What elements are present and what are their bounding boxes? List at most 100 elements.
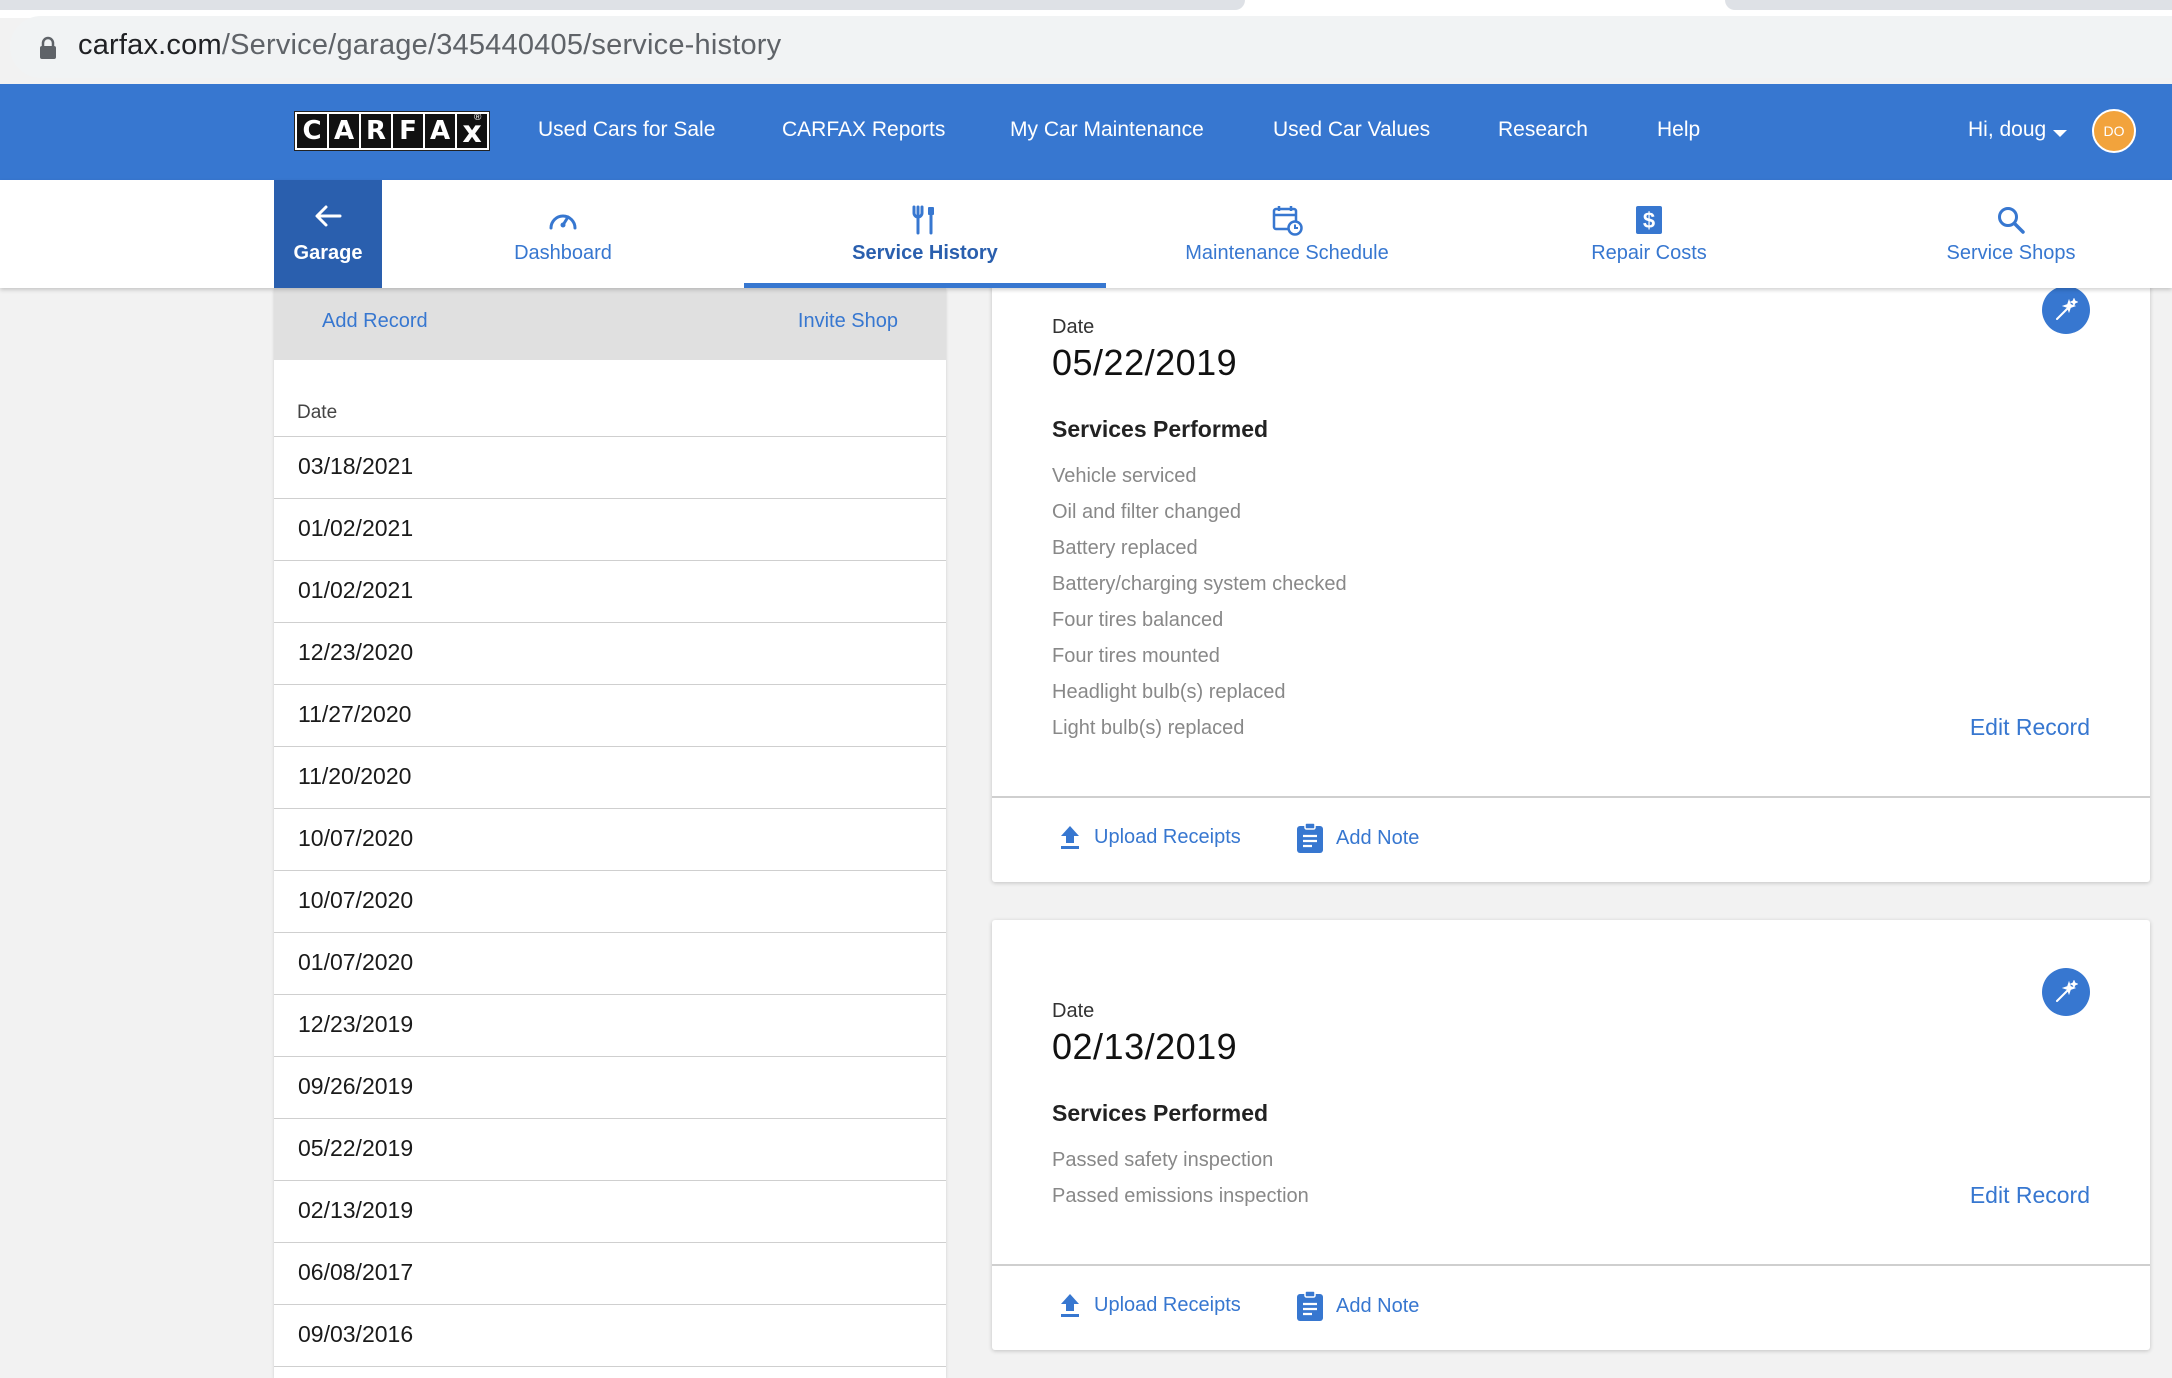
browser-tab[interactable] (0, 0, 1245, 10)
list-item[interactable]: 12/23/2020 (274, 622, 946, 684)
nav-my-car-maintenance[interactable]: My Car Maintenance (1010, 118, 1204, 142)
tab-repair-costs[interactable]: $ Repair Costs (1468, 180, 1830, 288)
url-text: carfax.com/Service/garage/345440405/serv… (78, 29, 781, 62)
upload-icon (1061, 1294, 1079, 1317)
nav-used-cars-for-sale[interactable]: Used Cars for Sale (538, 118, 715, 142)
add-note-label: Add Note (1336, 1294, 1420, 1317)
search-icon (1998, 207, 2025, 234)
list-item[interactable]: 06/08/2017 (274, 1242, 946, 1304)
clipboard-icon (1297, 822, 1323, 853)
speedometer-icon (549, 214, 577, 230)
nav-research[interactable]: Research (1498, 118, 1588, 142)
service-item: Passed safety inspection (1052, 1149, 1274, 1171)
nav-help[interactable]: Help (1657, 118, 1700, 142)
user-menu[interactable]: Hi, doug (1968, 118, 2046, 142)
garage-label: Garage (293, 242, 363, 264)
wrench-icon[interactable] (2042, 286, 2090, 334)
add-note-button[interactable]: Add Note (1296, 1290, 1419, 1322)
service-item: Battery/charging system checked (1052, 573, 1347, 595)
upload-receipts-label: Upload Receipts (1094, 1293, 1241, 1316)
logo-letter: F (393, 114, 423, 148)
service-item: Light bulb(s) replaced (1052, 717, 1245, 739)
logo-letter: C (297, 114, 327, 148)
edit-record-button[interactable]: Edit Record (1970, 714, 2090, 741)
services-performed-title: Services Performed (1052, 1100, 1269, 1126)
add-record-button[interactable]: Add Record (322, 310, 428, 333)
calendar-clock-icon (1272, 206, 1303, 236)
garage-back-button[interactable]: Garage (274, 180, 382, 288)
logo-letter: R (361, 114, 391, 148)
arrow-left-icon (315, 205, 342, 227)
svg-text:$: $ (1643, 208, 1655, 233)
list-item[interactable]: 12/23/2019 (274, 994, 946, 1056)
nav-carfax-reports[interactable]: CARFAX Reports (782, 118, 945, 142)
url-host: carfax.com (78, 29, 222, 61)
card-divider (992, 796, 2150, 798)
list-item[interactable]: 09/03/2016 (274, 1304, 946, 1366)
tab-label: Dashboard (514, 242, 612, 264)
service-item: Vehicle serviced (1052, 465, 1197, 487)
edit-record-button[interactable]: Edit Record (1970, 1182, 2090, 1209)
service-date-panel: Add Record Invite Shop Date 03/18/2021 0… (274, 288, 946, 1378)
list-item[interactable]: 09/26/2019 (274, 1056, 946, 1118)
upload-receipts-label: Upload Receipts (1094, 825, 1241, 848)
registered-mark: ® (474, 112, 482, 123)
add-note-button[interactable]: Add Note (1296, 822, 1419, 854)
list-item[interactable]: 03/18/2021 (274, 436, 946, 498)
list-item[interactable]: 10/07/2020 (274, 870, 946, 932)
record-date: 05/22/2019 (1052, 342, 1238, 383)
url-path: /Service/garage/345440405/service-histor… (221, 29, 782, 61)
service-record-card: Date 05/22/2019 Services Performed Vehic… (992, 250, 2150, 882)
record-date-label: Date (1052, 316, 1095, 338)
list-item[interactable]: 01/02/2021 (274, 498, 946, 560)
service-item: Four tires mounted (1052, 645, 1220, 667)
browser-tab[interactable] (1725, 0, 2172, 10)
tab-dashboard[interactable]: Dashboard (382, 180, 744, 288)
upload-receipts-button[interactable]: Upload Receipts (1058, 824, 1241, 850)
record-date-label: Date (1052, 1000, 1095, 1022)
upload-receipts-button[interactable]: Upload Receipts (1058, 1292, 1241, 1318)
address-bar[interactable]: carfax.com/Service/garage/345440405/serv… (10, 16, 2172, 78)
logo-letter: A (329, 114, 359, 148)
upload-icon (1061, 826, 1079, 849)
list-item[interactable]: 02/13/2019 (274, 1180, 946, 1242)
services-list: Vehicle serviced Oil and filter changed … (1052, 458, 1347, 746)
add-note-label: Add Note (1336, 826, 1420, 849)
tab-label: Service History (852, 242, 998, 264)
tab-label: Service Shops (1946, 242, 2076, 264)
service-item: Headlight bulb(s) replaced (1052, 681, 1286, 703)
wrench-icon[interactable] (2042, 968, 2090, 1016)
tab-label: Repair Costs (1591, 242, 1707, 264)
chevron-down-icon[interactable] (2053, 130, 2067, 137)
service-item: Four tires balanced (1052, 609, 1224, 631)
nav-used-car-values[interactable]: Used Car Values (1273, 118, 1430, 142)
invite-shop-button[interactable]: Invite Shop (798, 310, 898, 333)
list-item[interactable]: 01/07/2020 (274, 932, 946, 994)
service-item: Passed emissions inspection (1052, 1185, 1309, 1207)
tab-service-history[interactable]: Service History (744, 180, 1106, 288)
dollar-icon: $ (1636, 206, 1662, 234)
list-item[interactable]: 11/20/2020 (274, 746, 946, 808)
list-item[interactable]: 11/27/2020 (274, 684, 946, 746)
carfax-logo[interactable]: C A R F A x (294, 111, 490, 151)
panel-actions: Add Record Invite Shop (274, 288, 946, 360)
list-item[interactable]: 10/07/2020 (274, 808, 946, 870)
logo-letter: x (457, 114, 487, 150)
logo-letter: A (425, 114, 455, 148)
service-item: Oil and filter changed (1052, 501, 1242, 523)
services-performed-title: Services Performed (1052, 416, 1269, 442)
tab-label: Maintenance Schedule (1185, 242, 1389, 264)
active-tab-indicator (744, 283, 1106, 288)
card-divider (992, 1264, 2150, 1266)
record-date: 02/13/2019 (1052, 1026, 1238, 1067)
tools-icon (912, 205, 934, 235)
avatar[interactable]: DO (2092, 109, 2136, 153)
tab-maintenance-schedule[interactable]: Maintenance Schedule (1106, 180, 1468, 288)
tab-service-shops[interactable]: Service Shops (1830, 180, 2172, 288)
list-item[interactable]: 01/02/2021 (274, 560, 946, 622)
date-column-header: Date (297, 402, 338, 423)
service-item: Battery replaced (1052, 537, 1198, 559)
list-item[interactable]: 05/22/2019 (274, 1118, 946, 1180)
services-list: Passed safety inspection Passed emission… (1052, 1142, 1309, 1214)
service-record-card: Date 02/13/2019 Services Performed Passe… (992, 920, 2150, 1350)
